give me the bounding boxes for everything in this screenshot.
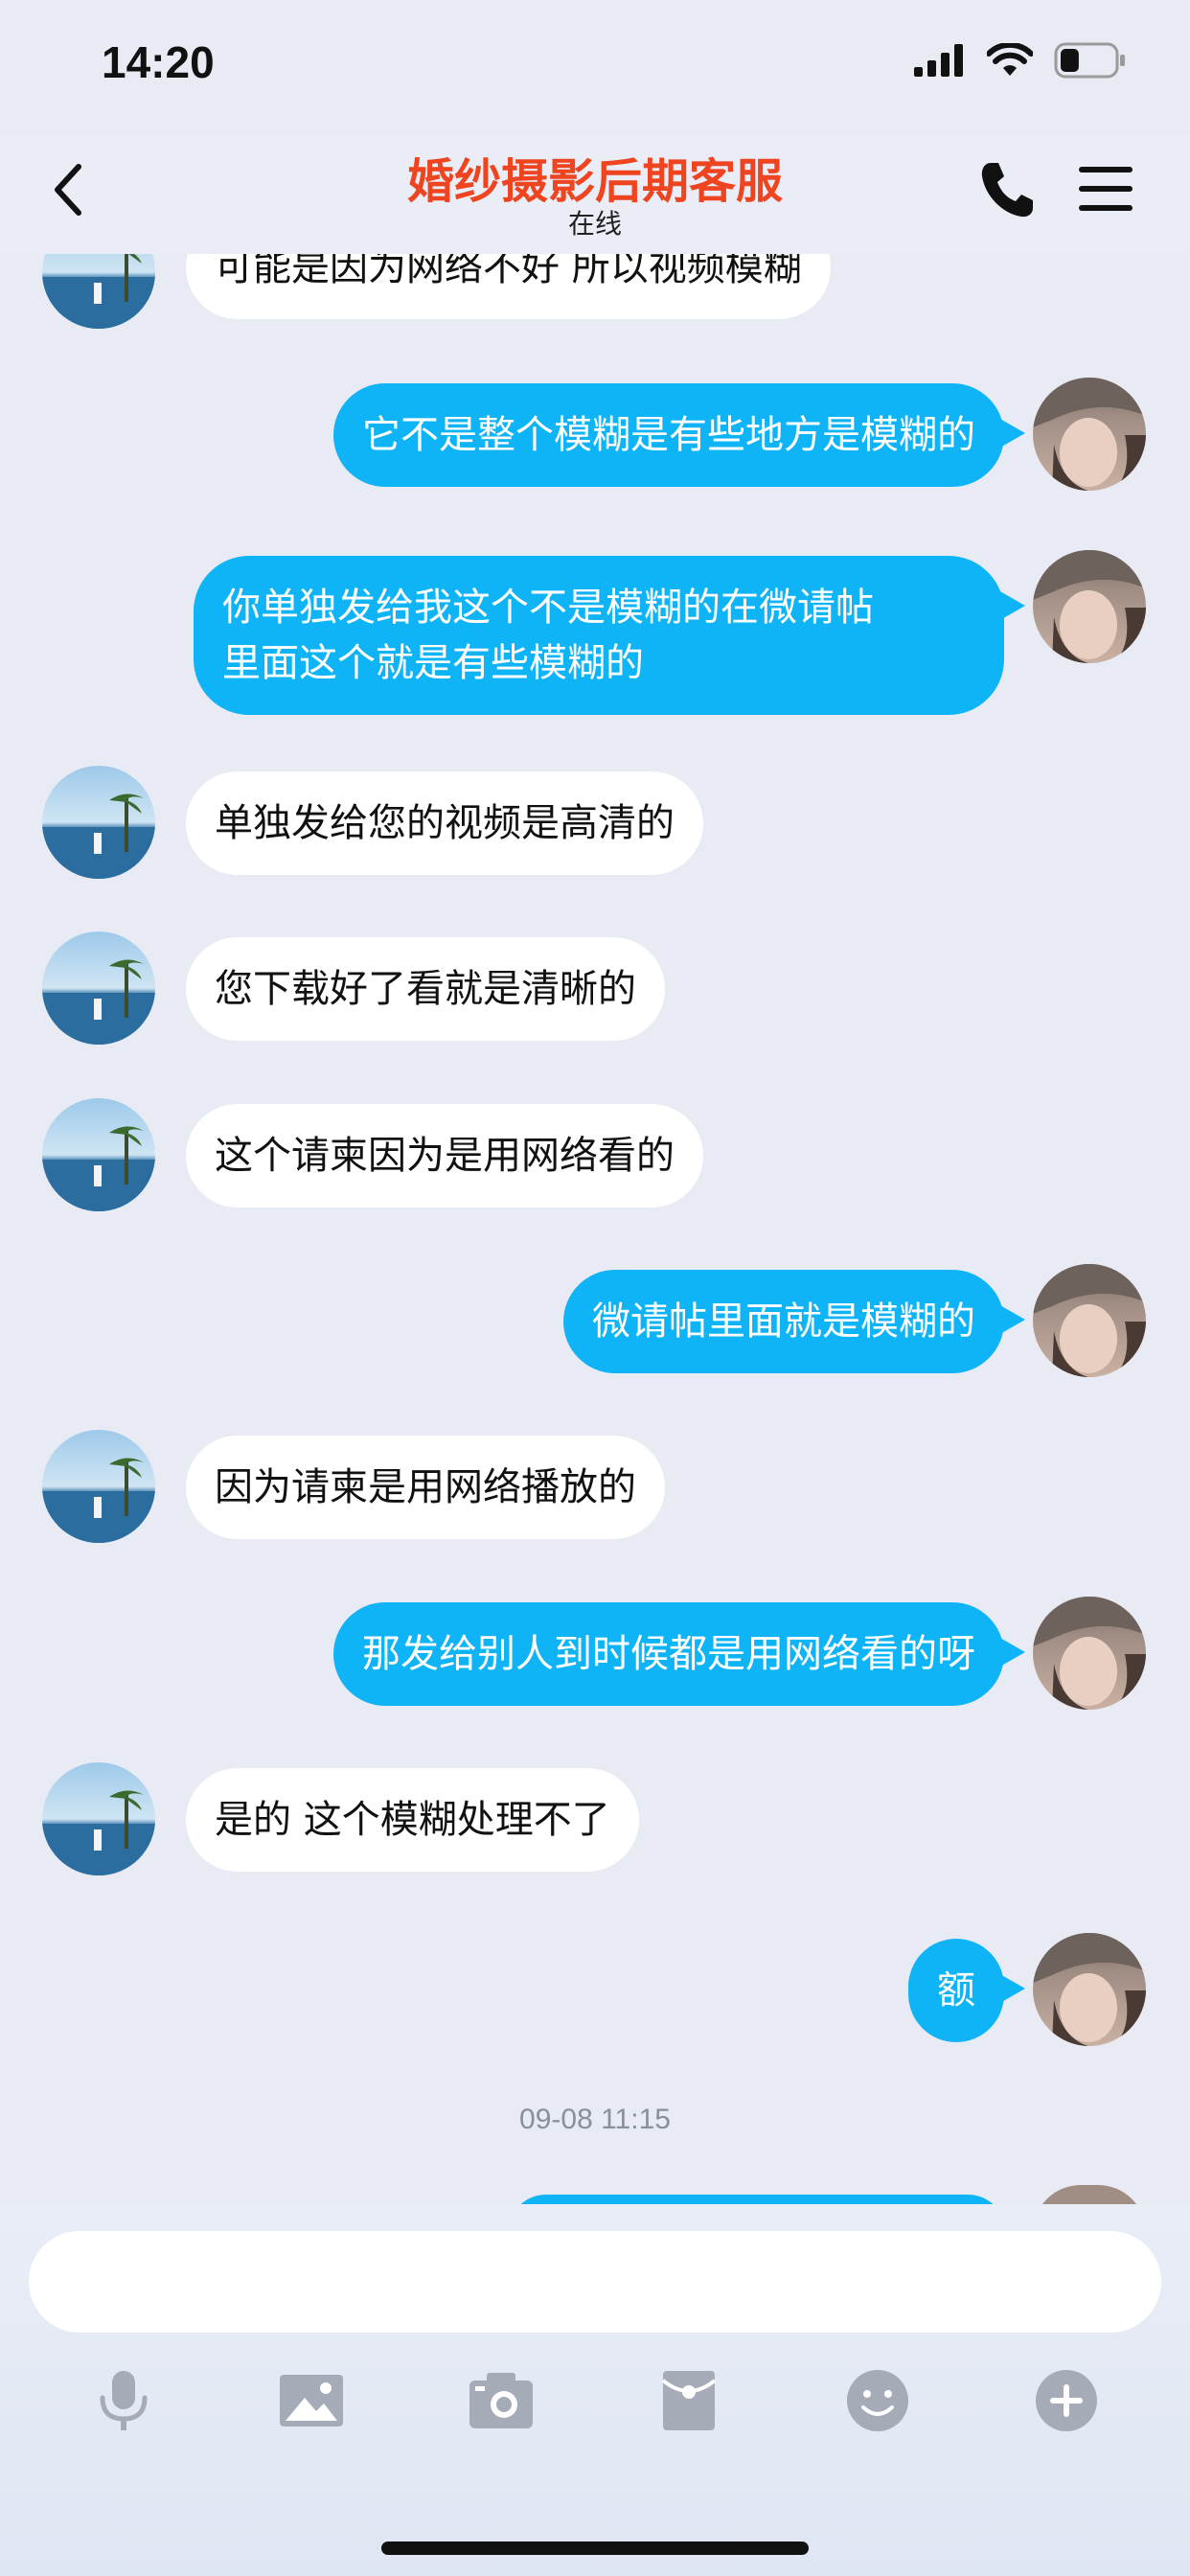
user-avatar[interactable]: [1033, 378, 1146, 491]
home-indicator[interactable]: [381, 2542, 809, 2555]
agent-avatar[interactable]: [42, 1098, 155, 1211]
message-bubble[interactable]: 您下载好了看就是清晰的: [186, 937, 665, 1041]
message-bubble[interactable]: 那发给别人到时候都是用网络看的呀: [333, 1602, 1025, 1706]
message-bubble[interactable]: 这个请柬因为是用网络看的: [186, 1104, 703, 1208]
message-bubble[interactable]: 它不是整个模糊是有些地方是模糊的: [333, 383, 1025, 487]
message-bubble[interactable]: 可能是因为网络不好 所以视频模糊: [186, 254, 831, 319]
user-avatar[interactable]: [1033, 550, 1146, 663]
agent-avatar[interactable]: [42, 1762, 155, 1875]
phone-icon[interactable]: [977, 159, 1035, 220]
message-bubble[interactable]: 额: [908, 1939, 1025, 2042]
message-input[interactable]: [29, 2231, 1161, 2333]
signal-icon: [914, 44, 963, 77]
status-time: 14:20: [102, 37, 215, 87]
status-icons: [914, 42, 1127, 79]
emoji-icon[interactable]: [844, 2367, 911, 2434]
agent-avatar[interactable]: [42, 1430, 155, 1543]
status-bar: 14:20: [0, 0, 1190, 134]
message-bubble[interactable]: 微请帖里面就是模糊的: [563, 1270, 1025, 1373]
agent-avatar[interactable]: [42, 254, 155, 329]
agent-avatar[interactable]: [42, 932, 155, 1045]
user-avatar[interactable]: [1033, 1933, 1146, 2046]
microphone-icon[interactable]: [90, 2367, 157, 2434]
message-bubble[interactable]: 你单独发给我这个不是模糊的在微请帖 里面这个就是有些模糊的: [194, 556, 1025, 715]
battery-icon: [1054, 42, 1125, 79]
camera-icon[interactable]: [468, 2367, 535, 2434]
red-packet-icon[interactable]: [655, 2367, 722, 2434]
chat-header: 婚纱摄影后期客服 在线: [0, 134, 1190, 254]
message-list[interactable]: 可能是因为网络不好 所以视频模糊 它不是整个模糊是有些地方是模糊的 你单独发给我…: [0, 254, 1190, 2204]
agent-avatar[interactable]: [42, 766, 155, 879]
user-avatar-partial[interactable]: [1033, 2185, 1146, 2204]
user-avatar[interactable]: [1033, 1264, 1146, 1377]
message-line: 你单独发给我这个不是模糊的在微请帖: [222, 586, 874, 630]
message-bubble-partial[interactable]: [508, 2195, 1006, 2204]
wifi-icon: [987, 43, 1033, 76]
user-avatar[interactable]: [1033, 1597, 1146, 1710]
message-bubble[interactable]: 单独发给您的视频是高清的: [186, 771, 703, 875]
image-icon[interactable]: [278, 2367, 345, 2434]
menu-icon[interactable]: [1079, 163, 1133, 215]
message-line: 里面这个就是有些模糊的: [222, 641, 644, 685]
message-bubble[interactable]: 是的 这个模糊处理不了: [186, 1768, 639, 1872]
message-timestamp: 09-08 11:15: [519, 2104, 671, 2135]
composer-bar: [0, 2204, 1190, 2576]
message-bubble[interactable]: 因为请柬是用网络播放的: [186, 1436, 665, 1539]
plus-icon[interactable]: [1033, 2367, 1100, 2434]
